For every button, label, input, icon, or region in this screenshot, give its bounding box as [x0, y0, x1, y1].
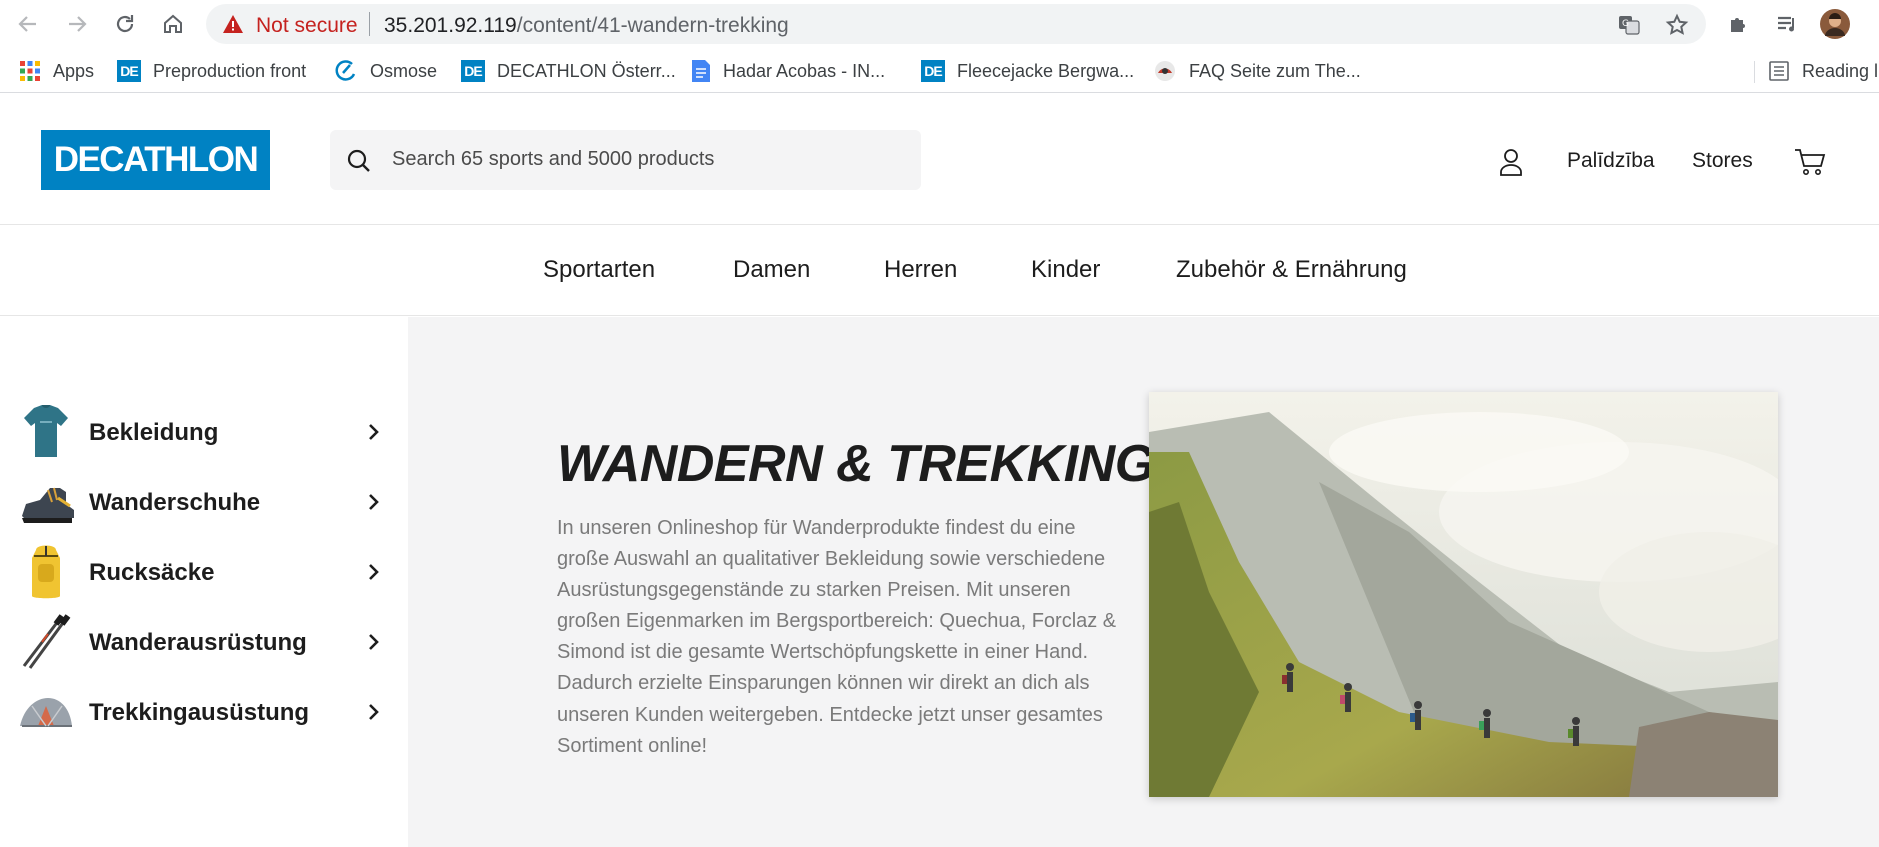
nav-item-damen[interactable]: Damen	[733, 256, 810, 284]
search-placeholder: Search 65 sports and 5000 products	[392, 148, 715, 170]
bookmark-faq-seite[interactable]: FAQ Seite zum The...	[1153, 59, 1361, 83]
sidebar-item-rucksaecke[interactable]: Rucksäcke	[0, 537, 400, 607]
tshirt-icon	[24, 405, 68, 457]
bookmark-label: Fleecejacke Bergwa...	[957, 60, 1135, 81]
site-header: DECATHLON Search 65 sports and 5000 prod…	[0, 99, 1879, 225]
sidebar-item-label: Wanderschuhe	[89, 489, 261, 516]
chevron-right-icon	[369, 704, 379, 720]
chevron-right-icon	[369, 564, 379, 580]
nav-item-herren[interactable]: Herren	[884, 256, 957, 284]
help-link[interactable]: Palīdzība	[1567, 149, 1655, 173]
stores-link[interactable]: Stores	[1692, 149, 1753, 173]
hiking-boot-icon	[22, 487, 74, 523]
url-separator	[369, 12, 370, 36]
bookmarks-bar: Apps DE Preproduction front Osmose DE DE…	[0, 49, 1879, 93]
reload-icon	[116, 15, 134, 33]
decathlon-favicon: DE	[461, 60, 485, 82]
forward-button[interactable]	[61, 8, 93, 40]
cart-button[interactable]	[1792, 144, 1828, 180]
bookmark-star-button[interactable]	[1664, 12, 1690, 38]
avatar-icon	[1820, 9, 1850, 39]
google-docs-icon	[692, 60, 710, 82]
translate-icon: G	[1619, 16, 1640, 35]
sidebar-item-bekleidung[interactable]: Bekleidung	[0, 397, 400, 467]
user-icon	[1500, 149, 1522, 176]
arrow-right-icon	[69, 16, 87, 32]
main-content: WANDERN & TREKKING In unseren Onlineshop…	[408, 317, 1879, 847]
search-icon	[347, 149, 370, 172]
osmose-favicon	[335, 60, 356, 81]
page-description: In unseren Onlineshop für Wanderprodukte…	[557, 517, 1117, 757]
sidebar-item-trekkingausuestung[interactable]: Trekkingausüstung	[0, 677, 400, 747]
arrow-left-icon	[18, 16, 36, 32]
sidebar-item-label: Bekleidung	[89, 419, 219, 446]
sidebar-item-label: Rucksäcke	[89, 559, 215, 586]
puzzle-icon	[1731, 18, 1745, 32]
translate-button[interactable]: G	[1616, 12, 1642, 38]
bookmark-label: FAQ Seite zum The...	[1189, 60, 1361, 81]
trekking-poles-icon	[22, 614, 71, 669]
back-button[interactable]	[12, 8, 44, 40]
bookmarks-divider	[1754, 61, 1755, 83]
home-icon	[164, 14, 182, 33]
extensions-button[interactable]	[1723, 8, 1755, 40]
bookmark-label: Hadar Acobas - IN...	[723, 60, 886, 81]
logo-text: DECATHLON	[53, 140, 259, 179]
hero-image	[1149, 392, 1778, 797]
bookmark-label: Apps	[53, 60, 95, 81]
sidebar-item-wanderausruestung[interactable]: Wanderausrüstung	[0, 607, 400, 677]
nav-item-zubehoer-ernaehrung[interactable]: Zubehör & Ernährung	[1176, 256, 1407, 284]
bookmark-fleecejacke[interactable]: DE Fleecejacke Bergwa...	[921, 59, 1134, 83]
bookmark-preproduction-front[interactable]: DE Preproduction front	[117, 59, 306, 83]
bookmark-label: DECATHLON Österr...	[497, 60, 676, 81]
decathlon-favicon: DE	[117, 60, 141, 82]
nav-item-kinder[interactable]: Kinder	[1031, 256, 1100, 284]
media-control-button[interactable]	[1771, 8, 1803, 40]
address-bar[interactable]: Not secure 35.201.92.119/content/41-wand…	[206, 4, 1706, 44]
decathlon-logo[interactable]: DECATHLON	[41, 130, 270, 190]
sidebar: Bekleidung Wanderschuhe Rucksäcke Wander…	[0, 317, 407, 847]
sidebar-item-wanderschuhe[interactable]: Wanderschuhe	[0, 467, 400, 537]
mountain-hikers-illustration	[1149, 392, 1778, 797]
url-path: /content/41-wandern-trekking	[516, 14, 789, 37]
sidebar-item-label: Trekkingausüstung	[89, 699, 310, 726]
bookmark-label: Osmose	[370, 60, 438, 81]
nav-item-sportarten[interactable]: Sportarten	[543, 256, 655, 284]
not-secure-label[interactable]: Not secure	[256, 14, 358, 38]
bookmark-osmose[interactable]: Osmose	[334, 59, 437, 83]
backpack-icon	[32, 545, 60, 599]
chevron-right-icon	[369, 634, 379, 650]
bookmark-hadar-acobas[interactable]: Hadar Acobas - IN...	[691, 59, 885, 83]
reload-button[interactable]	[109, 8, 141, 40]
warning-icon	[223, 15, 243, 33]
page-title: WANDERN & TREKKING	[557, 435, 1155, 493]
svg-text:G: G	[1622, 19, 1629, 29]
bookmark-decathlon-oesterreich[interactable]: DE DECATHLON Österr...	[461, 59, 676, 83]
category-nav: Sportarten Damen Herren Kinder Zubehör &…	[0, 226, 1879, 316]
chevron-right-icon	[369, 494, 379, 510]
bookmark-label: Preproduction front	[153, 60, 307, 81]
profile-avatar[interactable]	[1819, 8, 1851, 40]
playlist-icon	[1778, 16, 1794, 32]
reading-list-label: Reading li	[1802, 60, 1879, 81]
decathlon-favicon: DE	[921, 60, 945, 82]
sidebar-item-label: Wanderausrüstung	[89, 629, 307, 656]
browser-toolbar: Not secure 35.201.92.119/content/41-wand…	[0, 0, 1879, 46]
search-input[interactable]: Search 65 sports and 5000 products	[330, 130, 921, 190]
chevron-right-icon	[369, 424, 379, 440]
reading-list-icon	[1769, 61, 1789, 81]
tent-icon	[20, 698, 72, 727]
reading-list-button[interactable]: Reading li	[1768, 59, 1879, 83]
faq-favicon	[1155, 61, 1175, 81]
account-button[interactable]	[1493, 144, 1529, 180]
home-button[interactable]	[157, 8, 189, 40]
url-text[interactable]: 35.201.92.119/content/41-wandern-trekkin…	[384, 14, 789, 38]
url-host: 35.201.92.119	[384, 14, 517, 37]
apps-grid-icon	[20, 61, 40, 81]
cart-icon	[1795, 149, 1826, 175]
star-icon	[1665, 13, 1689, 35]
bookmark-apps[interactable]: Apps	[19, 59, 94, 83]
